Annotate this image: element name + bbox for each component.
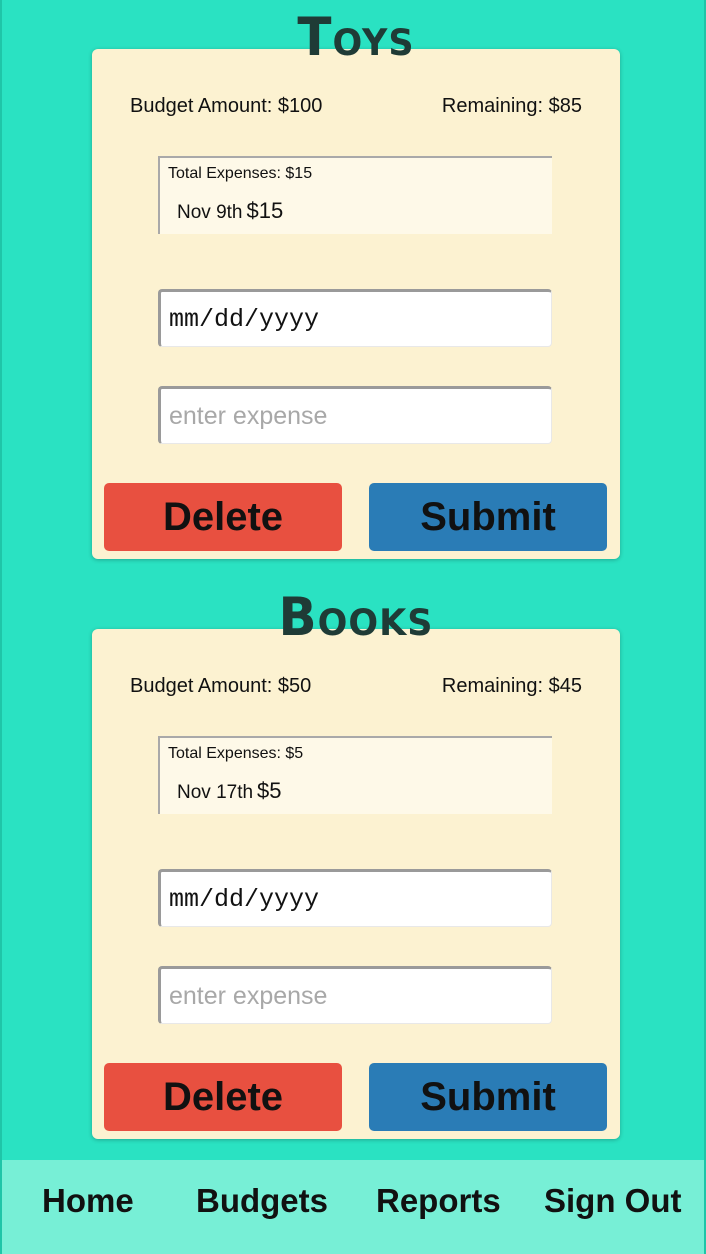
expense-entry-amount: $5 [257, 778, 282, 803]
submit-button[interactable]: Submit [369, 1063, 607, 1131]
expense-entry-date: Nov 9th [177, 202, 243, 223]
remaining-amount: Remaining: $85 [441, 95, 582, 117]
expense-entry: Nov 9th $15 [177, 198, 283, 224]
date-input-placeholder: mm/dd/yyyy [169, 304, 320, 334]
remaining-amount: Remaining: $45 [441, 675, 582, 697]
expense-input[interactable] [169, 981, 551, 1011]
budget-card-books: Books Budget Amount: $50 Remaining: $45 … [92, 587, 620, 1139]
expense-input[interactable] [169, 401, 551, 431]
total-expenses: Total Expenses: $15 [168, 165, 313, 182]
budget-title: Books [278, 586, 434, 648]
expense-entry: Nov 17th $5 [177, 778, 282, 804]
budget-amount: Budget Amount: $100 [130, 95, 323, 117]
expense-input-wrapper [158, 386, 552, 444]
budget-amount: Budget Amount: $50 [130, 675, 312, 697]
submit-button[interactable]: Submit [369, 483, 607, 551]
nav-home[interactable]: Home [42, 1182, 134, 1220]
expense-entry-date: Nov 17th [177, 782, 254, 803]
date-input[interactable]: mm/dd/yyyy [158, 869, 552, 927]
total-expenses: Total Expenses: $5 [168, 745, 304, 762]
date-input-placeholder: mm/dd/yyyy [169, 884, 320, 914]
date-input[interactable]: mm/dd/yyyy [158, 289, 552, 347]
budget-card-toys: Toys Budget Amount: $100 Remaining: $85 … [92, 7, 620, 559]
nav-reports[interactable]: Reports [376, 1182, 501, 1220]
expenses-list: Total Expenses: $15 Nov 9th $15 [158, 156, 552, 234]
nav-sign-out[interactable]: Sign Out [544, 1182, 681, 1220]
bottom-navbar: Home Budgets Reports Sign Out [2, 1160, 704, 1254]
expense-input-wrapper [158, 966, 552, 1024]
expenses-list: Total Expenses: $5 Nov 17th $5 [158, 736, 552, 814]
delete-button[interactable]: Delete [104, 483, 342, 551]
delete-button[interactable]: Delete [104, 1063, 342, 1131]
nav-budgets[interactable]: Budgets [196, 1182, 328, 1220]
expense-entry-amount: $15 [246, 198, 284, 223]
budget-title: Toys [297, 6, 415, 68]
